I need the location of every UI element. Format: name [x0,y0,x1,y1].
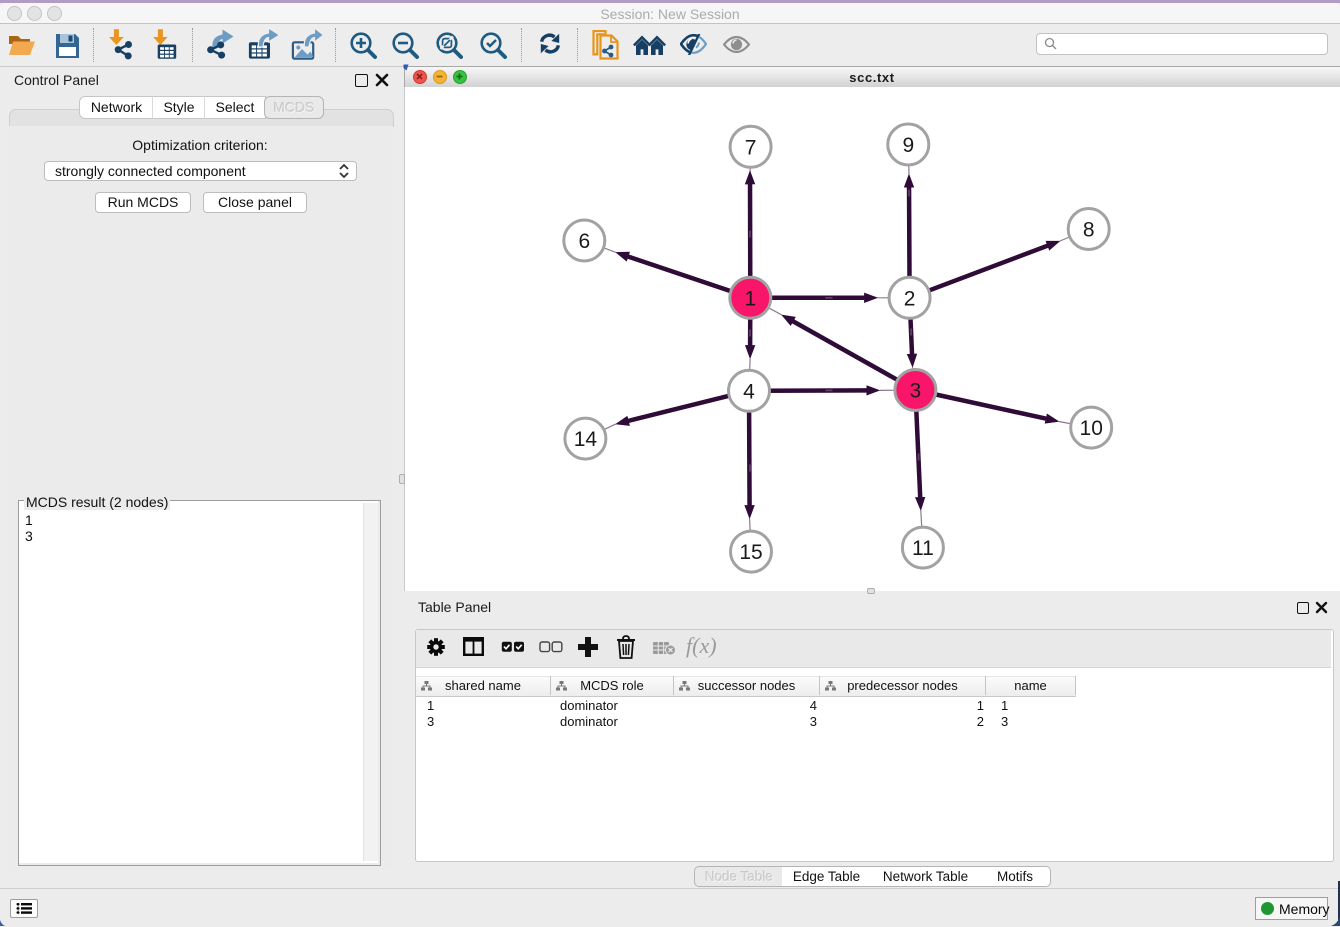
svg-text:15: 15 [739,541,762,564]
svg-text:6: 6 [578,230,590,253]
svg-text:11: 11 [912,537,934,560]
svg-text:4: 4 [743,380,755,403]
svg-text:10: 10 [1080,417,1103,440]
svg-text:3: 3 [910,380,922,403]
svg-text:7: 7 [745,136,757,159]
svg-text:8: 8 [1083,219,1095,242]
svg-text:14: 14 [574,428,598,451]
svg-text:2: 2 [904,287,916,310]
svg-text:1: 1 [744,287,756,310]
svg-text:9: 9 [902,134,914,157]
